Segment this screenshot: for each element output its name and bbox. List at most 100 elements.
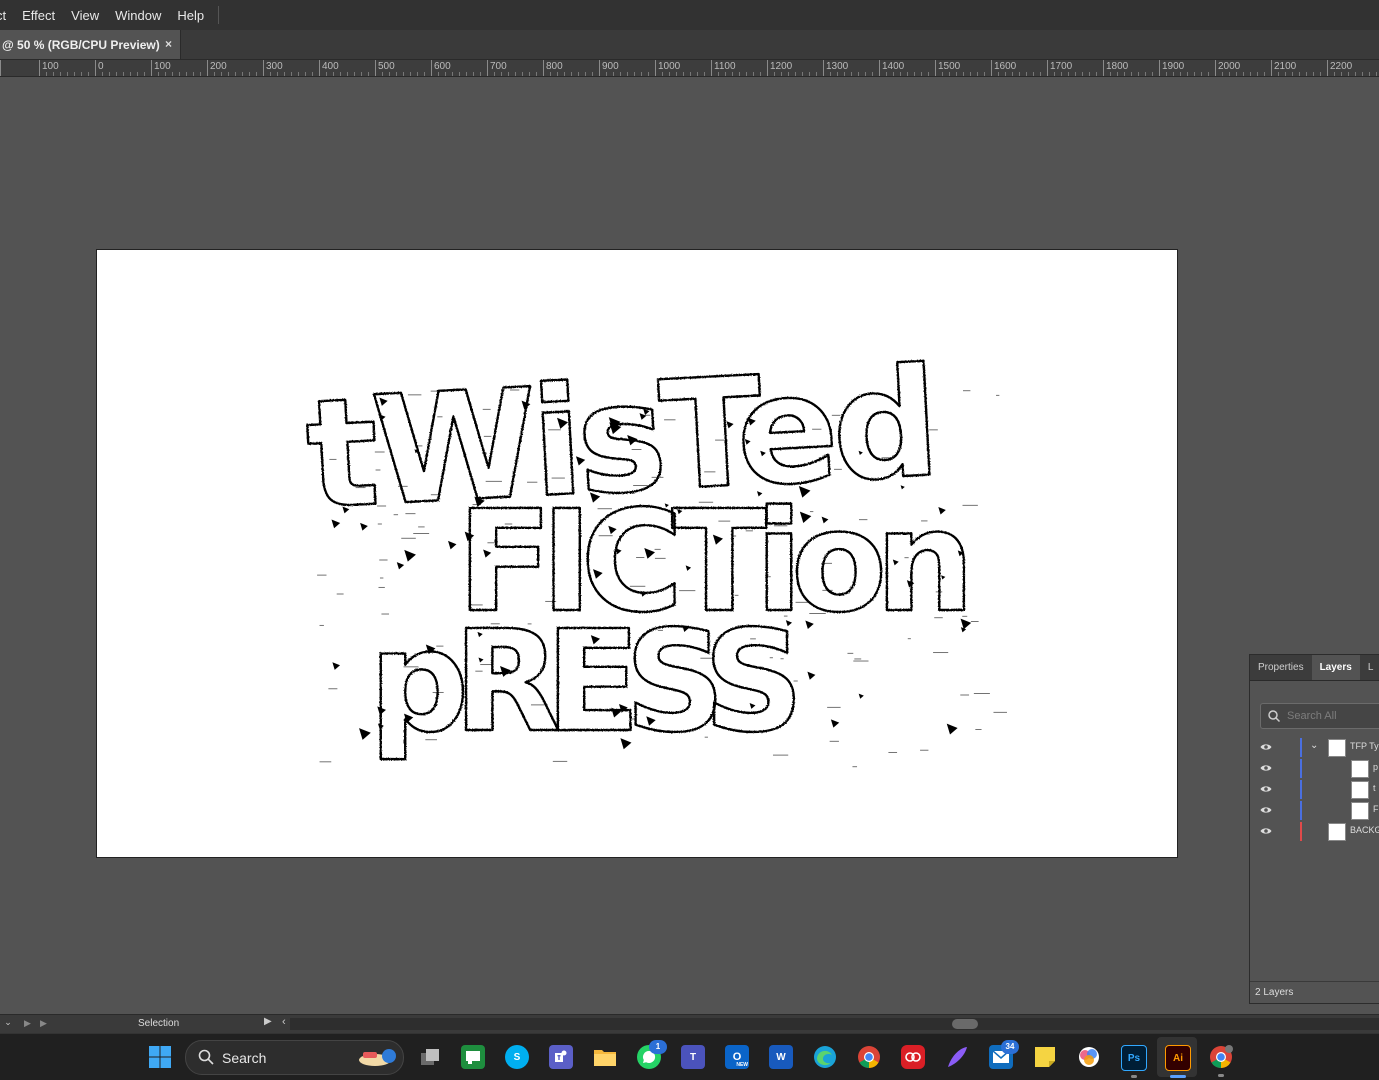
skype-icon[interactable]: S: [505, 1045, 529, 1069]
layer-row[interactable]: ⌄ TFP Ty: [1250, 737, 1379, 758]
task-view-icon[interactable]: [418, 1045, 442, 1069]
quill-icon[interactable]: [945, 1045, 969, 1069]
ruler-minor-tick: [1208, 72, 1209, 76]
ruler-major-tick: [655, 60, 656, 76]
outlook-new-icon[interactable]: O NEW: [725, 1045, 749, 1069]
edge-icon[interactable]: [813, 1045, 837, 1069]
chevron-down-icon[interactable]: ⌄: [1310, 740, 1318, 751]
sticky-notes-icon[interactable]: [1033, 1045, 1057, 1069]
ruler-major-tick: [935, 60, 936, 76]
ruler-minor-tick: [1019, 72, 1020, 76]
ruler-minor-tick: [242, 72, 243, 76]
ruler-major-tick: [39, 60, 40, 76]
eye-icon[interactable]: [1260, 805, 1272, 815]
scrollbar-thumb[interactable]: [952, 1019, 978, 1029]
photos-icon[interactable]: [1077, 1045, 1101, 1069]
windows-start-icon[interactable]: [148, 1045, 172, 1069]
menu-effect[interactable]: Effect: [14, 8, 63, 23]
mail-icon[interactable]: 34: [989, 1040, 1019, 1069]
chevron-left-icon[interactable]: ‹: [282, 1016, 286, 1028]
zoom-dropdown[interactable]: ⌄: [0, 1017, 16, 1031]
eye-icon[interactable]: [1260, 826, 1272, 836]
teams-icon[interactable]: [549, 1045, 573, 1069]
chrome-profile-icon[interactable]: [1209, 1045, 1233, 1077]
ruler-minor-tick: [158, 72, 159, 76]
close-tab-icon[interactable]: ×: [165, 37, 172, 51]
layer-thumbnail: [1351, 802, 1369, 820]
ruler-minor-tick: [816, 72, 817, 76]
ruler-minor-tick: [116, 72, 117, 76]
first-artboard-icon[interactable]: ▶: [24, 1018, 31, 1029]
layers-search[interactable]: [1260, 703, 1379, 729]
ruler-minor-tick: [1040, 72, 1041, 76]
horizontal-ruler[interactable]: 100 0 100 200 300 400 500 600 700 800 900 1000 1100 1…: [0, 60, 1379, 77]
ruler-minor-tick: [1320, 72, 1321, 76]
ruler-minor-tick: [613, 72, 614, 76]
eye-icon[interactable]: [1260, 784, 1272, 794]
ruler-minor-tick: [459, 72, 460, 76]
horizontal-scrollbar[interactable]: [290, 1018, 1379, 1030]
menu-help[interactable]: Help: [169, 8, 212, 23]
menu-window[interactable]: Window: [107, 8, 169, 23]
ruler-minor-tick: [1229, 72, 1230, 76]
illustrator-glyph: Ai: [1173, 1052, 1183, 1064]
layer-row[interactable]: p: [1250, 758, 1379, 779]
ruler-minor-tick: [1292, 72, 1293, 76]
whatsapp-icon[interactable]: 1: [637, 1040, 667, 1069]
ruler-minor-tick: [480, 72, 481, 76]
layer-row[interactable]: F: [1250, 800, 1379, 821]
ruler-minor-tick: [445, 72, 446, 76]
layer-row[interactable]: BACKG: [1250, 821, 1379, 842]
tab-libraries[interactable]: L: [1360, 655, 1379, 680]
prev-artboard-icon[interactable]: ▶: [40, 1018, 47, 1029]
teams-work-icon[interactable]: T: [681, 1045, 705, 1069]
ruler-minor-tick: [697, 72, 698, 76]
speckle-mark: [448, 540, 457, 550]
ruler-minor-tick: [921, 72, 922, 76]
layer-thumbnail: [1351, 781, 1369, 799]
ruler-minor-tick: [928, 72, 929, 76]
ruler-minor-tick: [1117, 72, 1118, 76]
creative-cloud-icon[interactable]: [901, 1045, 925, 1069]
menu-object[interactable]: ct: [0, 8, 14, 23]
windows-taskbar: Search S 1 T O NEW W 34 Ps Ai: [0, 1033, 1379, 1080]
ruler-major-tick: [711, 60, 712, 76]
ruler-minor-tick: [942, 72, 943, 76]
ruler-major-tick: [823, 60, 824, 76]
layer-name: TFP Ty: [1350, 741, 1379, 751]
artboard[interactable]: tWisTed FICTion pRESS: [96, 249, 1178, 858]
ruler-minor-tick: [109, 72, 110, 76]
photoshop-icon[interactable]: Ps: [1121, 1045, 1147, 1078]
ruler-minor-tick: [1096, 72, 1097, 76]
illustrator-icon[interactable]: Ai: [1165, 1045, 1191, 1078]
tab-layers[interactable]: Layers: [1311, 655, 1360, 680]
ruler-minor-tick: [1299, 72, 1300, 76]
menu-view[interactable]: View: [63, 8, 107, 23]
eye-icon[interactable]: [1260, 742, 1272, 752]
ruler-minor-tick: [956, 72, 957, 76]
taskbar-search[interactable]: Search: [185, 1040, 404, 1075]
layer-row[interactable]: t: [1250, 779, 1379, 800]
ruler-minor-tick: [410, 72, 411, 76]
menu-bar: ct Effect View Window Help: [0, 0, 1379, 30]
layers-search-input[interactable]: [1285, 709, 1379, 723]
eye-icon[interactable]: [1260, 763, 1272, 773]
ruler-label: 2100: [1274, 61, 1297, 72]
play-icon[interactable]: ▶: [264, 1016, 272, 1027]
status-bar: ⌄ ▶ ▶ Selection ▶ ‹: [0, 1014, 1379, 1033]
ruler-minor-tick: [1201, 72, 1202, 76]
ruler-minor-tick: [872, 72, 873, 76]
chrome-icon[interactable]: [857, 1045, 881, 1069]
google-chat-icon[interactable]: [461, 1045, 485, 1069]
word-icon[interactable]: W: [769, 1045, 793, 1069]
ruler-minor-tick: [1257, 72, 1258, 76]
document-tab[interactable]: @ 50 % (RGB/CPU Preview) ×: [0, 30, 181, 59]
layer-name: BACKG: [1350, 825, 1379, 835]
ruler-minor-tick: [179, 72, 180, 76]
speckle-mark: [830, 719, 840, 728]
ruler-label: 1100: [714, 61, 736, 72]
ruler-minor-tick: [977, 72, 978, 76]
ruler-minor-tick: [1222, 72, 1223, 76]
tab-properties[interactable]: Properties: [1250, 655, 1312, 680]
file-explorer-icon[interactable]: [593, 1045, 617, 1069]
